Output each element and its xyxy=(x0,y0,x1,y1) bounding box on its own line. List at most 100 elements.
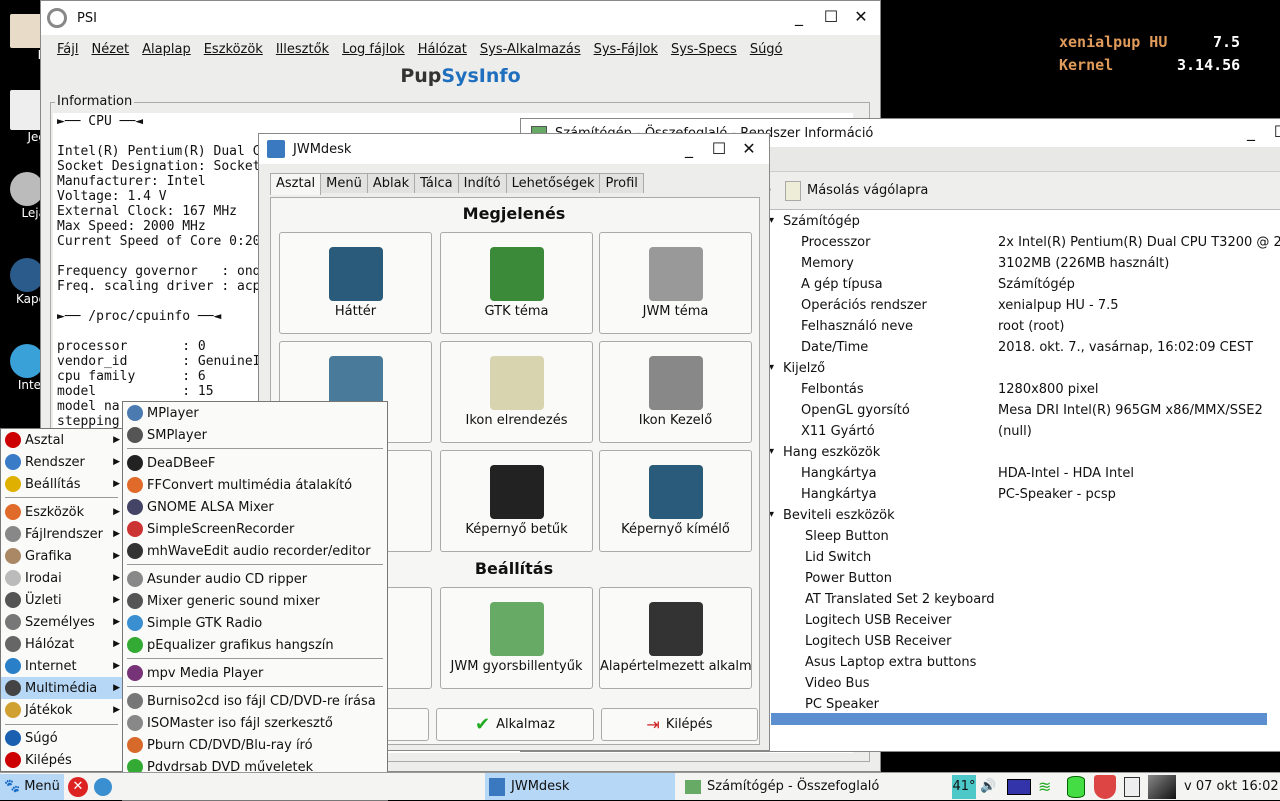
tab-2[interactable]: Ablak xyxy=(366,173,416,193)
tree-row-label[interactable]: X11 Gyártó xyxy=(801,421,875,442)
minimize-button[interactable]: _ xyxy=(1241,122,1261,142)
submenu-item[interactable]: DeaDBeeF xyxy=(123,452,387,474)
menu-item[interactable]: Nézet xyxy=(91,42,129,57)
menu-item[interactable]: Hálózat xyxy=(418,42,467,57)
jwm-button-4[interactable]: Ikon elrendezés xyxy=(440,341,593,443)
jwm-button-7[interactable]: Képernyő betűk xyxy=(440,450,593,552)
cpu-monitor-icon[interactable] xyxy=(1007,778,1031,795)
tree-row-label[interactable]: AT Translated Set 2 keyboard xyxy=(805,589,995,610)
tree-row-label[interactable]: Beviteli eszközök xyxy=(783,505,895,526)
tree-row-label[interactable]: Kijelző xyxy=(783,358,825,379)
jwm-button-11[interactable]: Alapértelmezett alkalm xyxy=(599,587,752,689)
menu-item[interactable]: Sys-Alkalmazás xyxy=(480,42,581,57)
jwm-button-2[interactable]: JWM téma xyxy=(599,232,752,334)
menu-item[interactable]: Illesztők xyxy=(276,42,329,57)
submenu-item[interactable]: Pburn CD/DVD/Blu-ray író xyxy=(123,734,387,756)
menu-item[interactable]: Fájl xyxy=(57,42,78,57)
task-jwmdesk[interactable]: JWMdesk xyxy=(485,773,675,800)
memory-graph-icon[interactable] xyxy=(1148,774,1176,799)
firewall-shield-icon[interactable] xyxy=(1094,774,1116,799)
tab-5[interactable]: Lehetőségek xyxy=(505,173,601,193)
globe-icon[interactable] xyxy=(93,777,112,796)
horizontal-scrollbar[interactable] xyxy=(771,713,1267,725)
jwmdesk-titlebar[interactable]: JWMdesk _ ☐ ✕ xyxy=(259,134,769,164)
submenu-item[interactable]: pEqualizer grafikus hangszín xyxy=(123,634,387,656)
tree-row-label[interactable]: Felhasználó neve xyxy=(801,316,913,337)
submenu-item[interactable]: SimpleScreenRecorder xyxy=(123,518,387,540)
tree-row-label[interactable]: Asus Laptop extra buttons xyxy=(805,652,976,673)
copy-to-clipboard-button[interactable]: Másolás vágólapra xyxy=(807,183,928,198)
submenu-item[interactable]: mpv Media Player xyxy=(123,662,387,684)
start-menu-item[interactable]: Üzleti ▶ xyxy=(1,589,122,611)
tab-3[interactable]: Tálca xyxy=(414,173,459,193)
disk-icon[interactable] xyxy=(1067,775,1085,798)
start-menu-item[interactable]: Irodai ▶ xyxy=(1,567,122,589)
start-menu-item[interactable]: Multimédia ▶ xyxy=(1,677,122,699)
submenu-item[interactable]: Simple GTK Radio xyxy=(123,612,387,634)
start-menu-item[interactable]: Személyes ▶ xyxy=(1,611,122,633)
wifi-icon[interactable]: ≋ xyxy=(1038,777,1051,796)
menu-button[interactable]: 🐾 Menü xyxy=(0,773,64,800)
submenu-item[interactable]: Burniso2cd iso fájl CD/DVD-re írása xyxy=(123,690,387,712)
tree-row-label[interactable]: Hangkártya xyxy=(801,484,877,505)
tree-row-label[interactable]: Sleep Button xyxy=(805,526,889,547)
tab-1[interactable]: Menü xyxy=(320,173,368,193)
menu-item[interactable]: Súgó xyxy=(750,42,783,57)
tab-6[interactable]: Profil xyxy=(599,173,644,193)
tree-row-label[interactable]: Felbontás xyxy=(801,379,864,400)
tree-row-label[interactable]: OpenGL gyorsító xyxy=(801,400,910,421)
volume-icon[interactable]: 🔊 xyxy=(980,779,996,794)
tree-row-label[interactable]: Operációs rendszer xyxy=(801,295,927,316)
start-menu-item[interactable]: Beállítás ▶ xyxy=(1,473,122,495)
clock[interactable]: v 07 okt 16:02 xyxy=(1184,779,1279,794)
tree-row-label[interactable]: Logitech USB Receiver xyxy=(805,631,952,652)
tree-row-label[interactable]: Logitech USB Receiver xyxy=(805,610,952,631)
jwm-button-10[interactable]: JWM gyorsbillentyűk xyxy=(440,587,593,689)
minimize-button[interactable]: _ xyxy=(789,7,809,27)
start-menu-item[interactable]: Eszközök ▶ xyxy=(1,501,122,523)
start-menu-item[interactable]: Asztal ▶ xyxy=(1,429,122,451)
tree-row-label[interactable]: Video Bus xyxy=(805,673,870,694)
tree-row-label[interactable]: Hang eszközök xyxy=(783,442,880,463)
jwm-button-0[interactable]: Háttér xyxy=(279,232,432,334)
tree-row-label[interactable]: Processzor xyxy=(801,232,870,253)
clipboard-icon[interactable] xyxy=(1124,776,1140,797)
close-button[interactable]: ✕ xyxy=(739,139,759,159)
minimize-button[interactable]: _ xyxy=(679,139,699,159)
menu-item[interactable]: Sys-Specs xyxy=(671,42,737,57)
start-menu-item[interactable]: Grafika ▶ xyxy=(1,545,122,567)
menu-item[interactable]: Alaplap xyxy=(142,42,191,57)
jwm-button-8[interactable]: Képernyő kímélő xyxy=(599,450,752,552)
close-x-icon[interactable]: ✕ xyxy=(67,776,88,797)
temperature-indicator[interactable]: 41° xyxy=(952,774,976,799)
tab-4[interactable]: Indító xyxy=(457,173,507,193)
quit-button[interactable]: ⇥ Kilépés xyxy=(601,708,758,741)
tab-0[interactable]: Asztal xyxy=(270,173,322,195)
submenu-item[interactable]: ISOMaster iso fájl szerkesztő xyxy=(123,712,387,734)
start-menu-item[interactable]: Játékok ▶ xyxy=(1,699,122,721)
maximize-button[interactable]: ☐ xyxy=(1271,122,1280,142)
start-menu-item[interactable]: Internet ▶ xyxy=(1,655,122,677)
maximize-button[interactable]: ☐ xyxy=(821,7,841,27)
submenu-item[interactable]: FFConvert multimédia átalakító xyxy=(123,474,387,496)
tree-row-label[interactable]: Számítógép xyxy=(783,211,860,232)
tree-row-label[interactable]: A gép típusa xyxy=(801,274,883,295)
start-menu-item[interactable]: Hálózat ▶ xyxy=(1,633,122,655)
submenu-item[interactable]: MPlayer xyxy=(123,402,387,424)
start-menu-item[interactable]: Rendszer ▶ xyxy=(1,451,122,473)
tree-row-label[interactable]: Hangkártya xyxy=(801,463,877,484)
start-menu-item[interactable]: Kilépés xyxy=(1,749,122,771)
submenu-item[interactable]: SMPlayer xyxy=(123,424,387,446)
start-menu-item[interactable]: Súgó xyxy=(1,727,122,749)
jwm-button-5[interactable]: Ikon Kezelő xyxy=(599,341,752,443)
jwm-button-1[interactable]: GTK téma xyxy=(440,232,593,334)
menu-item[interactable]: Log fájlok xyxy=(342,42,405,57)
psi-titlebar[interactable]: PSI _ ☐ ✕ xyxy=(41,1,880,35)
tree-row-label[interactable]: PC Speaker xyxy=(805,694,879,711)
menu-item[interactable]: Eszközök xyxy=(204,42,263,57)
tree-row-label[interactable]: Power Button xyxy=(805,568,892,589)
submenu-item[interactable]: Asunder audio CD ripper xyxy=(123,568,387,590)
tree-row-label[interactable]: Date/Time xyxy=(801,337,868,358)
task-sysinfo[interactable]: Számítógép - Összefoglaló xyxy=(685,773,885,800)
close-button[interactable]: ✕ xyxy=(851,7,871,27)
